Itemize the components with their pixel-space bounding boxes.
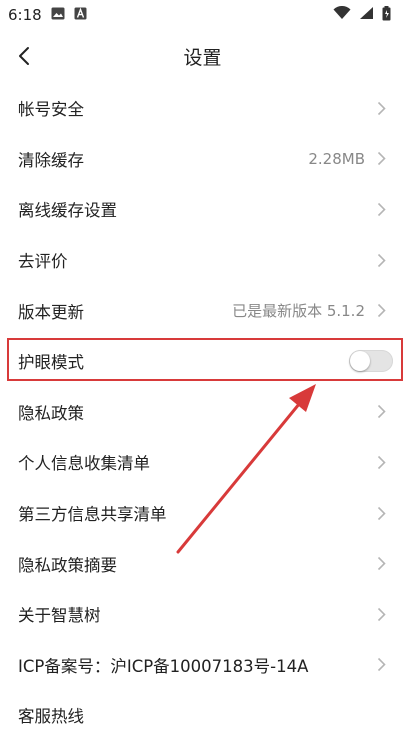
settings-item-rate[interactable]: 去评价 (0, 235, 405, 286)
chevron-right-icon (377, 151, 387, 167)
status-bar: 6:18 (0, 0, 405, 30)
chevron-right-icon (377, 657, 387, 673)
eye-protection-toggle[interactable] (349, 350, 393, 373)
settings-item-third-party-sharing[interactable]: 第三方信息共享清单 (0, 488, 405, 539)
settings-item-label: 帐号安全 (18, 100, 84, 120)
status-time: 6:18 (8, 6, 42, 24)
battery-icon (382, 5, 391, 25)
settings-item-account-security[interactable]: 帐号安全 (0, 83, 405, 134)
settings-item-eye-protection: 护眼模式 (0, 336, 405, 387)
settings-item-label: 客服热线 (18, 707, 84, 727)
settings-item-icp[interactable]: ICP备案号：沪ICP备10007183号-14A (0, 640, 405, 691)
settings-item-label: 离线缓存设置 (18, 201, 117, 221)
settings-item-label: 隐私政策 (18, 403, 84, 423)
chevron-right-icon (377, 556, 387, 572)
chevron-right-icon (377, 505, 387, 521)
cache-size-value: 2.28MB (308, 149, 365, 168)
settings-item-label: 隐私政策摘要 (18, 555, 117, 575)
settings-item-label: 去评价 (18, 252, 68, 272)
settings-item-label: 护眼模式 (18, 353, 84, 373)
settings-item-label: 个人信息收集清单 (18, 454, 150, 474)
chevron-right-icon (377, 100, 387, 116)
version-value: 已是最新版本 5.1.2 (232, 302, 365, 321)
settings-item-customer-service[interactable]: 客服热线 (0, 690, 405, 741)
settings-item-label: ICP备案号：沪ICP备10007183号-14A (18, 656, 309, 676)
chevron-right-icon (377, 606, 387, 622)
settings-item-label: 第三方信息共享清单 (18, 505, 167, 525)
settings-item-clear-cache[interactable]: 清除缓存 2.28MB (0, 134, 405, 185)
settings-item-offline-cache[interactable]: 离线缓存设置 (0, 184, 405, 235)
settings-item-about[interactable]: 关于智慧树 (0, 589, 405, 640)
a-icon (74, 6, 87, 24)
image-icon (51, 6, 65, 24)
header-bar: 设置 (0, 30, 405, 82)
chevron-right-icon (377, 303, 387, 319)
page-title: 设置 (183, 47, 222, 69)
settings-item-label: 清除缓存 (18, 150, 84, 170)
wifi-icon (333, 5, 351, 24)
settings-item-label: 版本更新 (18, 302, 84, 322)
toggle-knob (350, 351, 370, 372)
settings-item-privacy-summary[interactable]: 隐私政策摘要 (0, 538, 405, 589)
settings-item-label: 关于智慧树 (18, 606, 101, 626)
chevron-right-icon (377, 252, 387, 268)
chevron-right-icon (377, 404, 387, 420)
settings-item-personal-info-list[interactable]: 个人信息收集清单 (0, 437, 405, 488)
signal-icon (359, 6, 374, 24)
chevron-right-icon (377, 201, 387, 217)
chevron-right-icon (377, 454, 387, 470)
settings-item-privacy-policy[interactable]: 隐私政策 (0, 387, 405, 438)
settings-list: 帐号安全 清除缓存 2.28MB 离线缓存设置 去评价 版本更新 已是最新版本 … (0, 83, 405, 741)
settings-item-version-update[interactable]: 版本更新 已是最新版本 5.1.2 (0, 285, 405, 336)
